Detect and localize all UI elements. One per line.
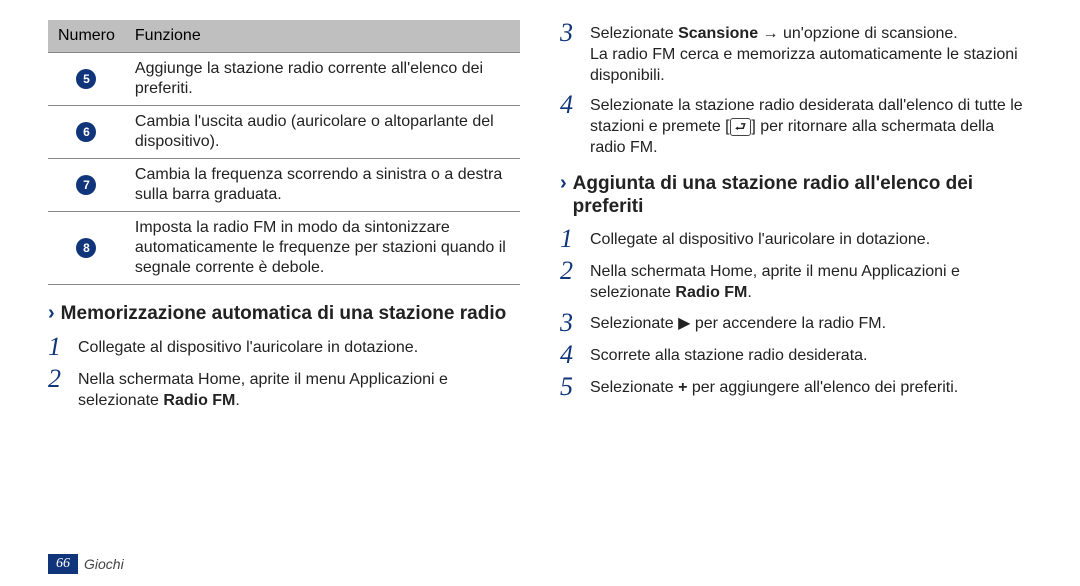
number-badge-icon: 8: [76, 238, 96, 258]
table-row: 6 Cambia l'uscita audio (auricolare o al…: [48, 106, 520, 159]
col-head-function: Funzione: [125, 20, 520, 53]
right-column: 3 Selezionate Scansione → un'opzione di …: [560, 20, 1032, 417]
step-number: 4: [560, 92, 590, 118]
row-desc-cell: Imposta la radio FM in modo da sintonizz…: [125, 212, 520, 285]
step-item: 4 Selezionate la stazione radio desidera…: [560, 92, 1032, 158]
step-item: 3 Selezionate ▶ per accendere la radio F…: [560, 310, 1032, 336]
left-column: Numero Funzione 5 Aggiunge la stazione r…: [48, 20, 520, 417]
row-desc-cell: Cambia la frequenza scorrendo a sinistra…: [125, 159, 520, 212]
chevron-right-icon: ›: [560, 173, 567, 193]
step-item: 1 Collegate al dispositivo l'auricolare …: [560, 226, 1032, 252]
row-number-cell: 7: [48, 159, 125, 212]
step-text: Selezionate + per aggiungere all'elenco …: [590, 374, 1032, 399]
step-number: 5: [560, 374, 590, 400]
function-table: Numero Funzione 5 Aggiunge la stazione r…: [48, 20, 520, 285]
step-number: 1: [560, 226, 590, 252]
back-key-icon: ⮐: [730, 118, 752, 136]
row-number-cell: 6: [48, 106, 125, 159]
step-number: 2: [48, 366, 78, 392]
row-desc-cell: Aggiunge la stazione radio corrente all'…: [125, 53, 520, 106]
step-text: Scorrete alla stazione radio desiderata.: [590, 342, 1032, 367]
step-number: 4: [560, 342, 590, 368]
step-text: Selezionate la stazione radio desiderata…: [590, 92, 1032, 158]
step-number: 3: [560, 20, 590, 46]
memo-heading-text: Memorizzazione automatica di una stazion…: [61, 303, 507, 326]
memo-steps-cont: 3 Selezionate Scansione → un'opzione di …: [560, 20, 1032, 159]
step-number: 2: [560, 258, 590, 284]
page-body: Numero Funzione 5 Aggiunge la stazione r…: [48, 20, 1032, 417]
step-item: 3 Selezionate Scansione → un'opzione di …: [560, 20, 1032, 86]
page-footer: 66 Giochi: [48, 554, 124, 574]
step-text: Selezionate Scansione → un'opzione di sc…: [590, 20, 1032, 86]
table-row: 5 Aggiunge la stazione radio corrente al…: [48, 53, 520, 106]
step-item: 4 Scorrete alla stazione radio desiderat…: [560, 342, 1032, 368]
table-row: 8 Imposta la radio FM in modo da sintoni…: [48, 212, 520, 285]
col-head-number: Numero: [48, 20, 125, 53]
step-item: 2 Nella schermata Home, aprite il menu A…: [48, 366, 520, 412]
chevron-right-icon: ›: [48, 303, 55, 323]
step-text: Collegate al dispositivo l'auricolare in…: [78, 334, 520, 359]
step-number: 3: [560, 310, 590, 336]
number-badge-icon: 7: [76, 175, 96, 195]
number-badge-icon: 5: [76, 69, 96, 89]
fav-heading-text: Aggiunta di una stazione radio all'elenc…: [573, 173, 1032, 219]
memo-steps: 1 Collegate al dispositivo l'auricolare …: [48, 334, 520, 412]
table-header-row: Numero Funzione: [48, 20, 520, 53]
step-item: 2 Nella schermata Home, aprite il menu A…: [560, 258, 1032, 304]
memo-heading: › Memorizzazione automatica di una stazi…: [48, 303, 520, 326]
step-text: Collegate al dispositivo l'auricolare in…: [590, 226, 1032, 251]
step-number: 1: [48, 334, 78, 360]
fav-steps: 1 Collegate al dispositivo l'auricolare …: [560, 226, 1032, 400]
table-row: 7 Cambia la frequenza scorrendo a sinist…: [48, 159, 520, 212]
step-text: Nella schermata Home, aprite il menu App…: [78, 366, 520, 412]
page-number: 66: [48, 554, 78, 574]
step-text: Nella schermata Home, aprite il menu App…: [590, 258, 1032, 304]
play-icon: ▶: [678, 315, 690, 332]
row-number-cell: 8: [48, 212, 125, 285]
row-number-cell: 5: [48, 53, 125, 106]
fav-heading: › Aggiunta di una stazione radio all'ele…: [560, 173, 1032, 219]
step-item: 1 Collegate al dispositivo l'auricolare …: [48, 334, 520, 360]
step-text: Selezionate ▶ per accendere la radio FM.: [590, 310, 1032, 335]
row-desc-cell: Cambia l'uscita audio (auricolare o alto…: [125, 106, 520, 159]
section-name: Giochi: [84, 556, 124, 572]
step-item: 5 Selezionate + per aggiungere all'elenc…: [560, 374, 1032, 400]
number-badge-icon: 6: [76, 122, 96, 142]
